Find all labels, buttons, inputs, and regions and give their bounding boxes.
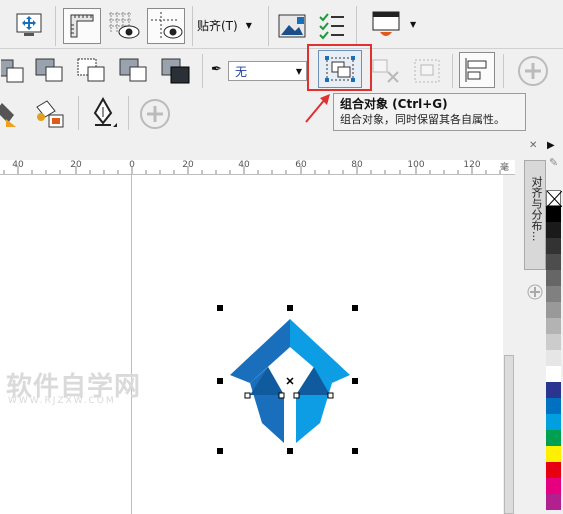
eyedropper-icon[interactable]: ✎: [549, 156, 558, 169]
move-arrows-icon: [16, 13, 42, 36]
outline-width-select[interactable]: 无 ▼: [228, 61, 307, 81]
pen-nib-icon: ✒: [211, 62, 222, 77]
color-swatch[interactable]: [546, 302, 561, 318]
ruler-ticks-graphic: [3, 166, 501, 174]
snap-to-dropdown[interactable]: 贴齐(T) ▼: [197, 14, 263, 36]
fill-bucket-icon: [0, 103, 16, 127]
image-options-icon: [278, 14, 306, 38]
no-color-swatch[interactable]: [546, 190, 563, 208]
docker-close-icon[interactable]: ✕: [529, 140, 537, 151]
color-swatch[interactable]: [546, 382, 561, 398]
group-objects-icon: [325, 56, 355, 82]
grid-toggle-button[interactable]: [105, 8, 143, 44]
add-toolbar-button[interactable]: [516, 55, 550, 87]
horizontal-ruler[interactable]: 40 20 0 20 40 60 80 100 120 毫米: [0, 160, 515, 186]
group-objects-button[interactable]: [318, 50, 362, 88]
color-swatch[interactable]: [546, 430, 561, 446]
color-swatch[interactable]: [546, 318, 561, 334]
color-swatch[interactable]: [546, 238, 561, 254]
color-swatch[interactable]: [546, 366, 561, 382]
overlap-squares-icon: [1, 59, 24, 83]
guidelines-toggle-button[interactable]: [147, 8, 185, 44]
simplify-squares-icon: [161, 58, 190, 84]
weld-squares-icon: [35, 58, 63, 82]
color-swatch[interactable]: [546, 494, 561, 510]
pen-nib-icon: [93, 97, 117, 127]
color-swatch[interactable]: [546, 350, 561, 366]
grid-eye-icon: [109, 12, 140, 39]
launch-dropdown-chevron-icon[interactable]: ▼: [410, 20, 416, 29]
watermark-url: WWW.RJZXW.COM: [8, 396, 116, 406]
snap-label: 贴齐(T): [197, 18, 238, 33]
drawing-canvas[interactable]: [0, 175, 515, 514]
docker-title: 对齐与分布...: [530, 176, 543, 242]
chevron-down-icon: ▼: [295, 66, 302, 76]
ungroup-all-icon: [414, 59, 440, 83]
options-button[interactable]: [276, 10, 308, 42]
color-swatch[interactable]: [546, 222, 561, 238]
align-distribute-button[interactable]: [459, 52, 495, 88]
color-swatch[interactable]: [546, 478, 561, 494]
chevron-down-icon: ▼: [245, 20, 252, 30]
guidelines-eye-icon: [151, 12, 183, 39]
window-launch-icon: [372, 11, 400, 36]
tooltip-title: 组合对象 (Ctrl+G): [340, 97, 448, 111]
color-swatch[interactable]: [546, 462, 561, 478]
color-swatch[interactable]: [546, 206, 561, 222]
smart-fill-icon: [36, 100, 64, 128]
center-x-icon: [286, 377, 294, 385]
plus-circle-icon: [518, 56, 548, 86]
interactive-fill-button[interactable]: [0, 96, 24, 132]
outline-pen-button[interactable]: [86, 96, 120, 132]
color-swatch[interactable]: [546, 270, 561, 286]
plus-circle-icon: [140, 99, 170, 129]
ungroup-all-button[interactable]: [410, 54, 446, 88]
arrange-front-button[interactable]: [0, 54, 28, 88]
logo-left-wing: [230, 319, 290, 383]
docker-add-icon[interactable]: [527, 284, 543, 300]
color-swatch[interactable]: [546, 414, 561, 430]
outline-width-value: 无: [235, 64, 248, 79]
color-swatch[interactable]: [546, 254, 561, 270]
tooltip-description: 组合对象，同时保留其各自属性。: [340, 113, 505, 126]
color-swatch[interactable]: [546, 398, 561, 414]
ungroup-button[interactable]: [368, 54, 404, 88]
trim-button[interactable]: [74, 54, 110, 88]
trim-squares-icon: [77, 58, 105, 82]
page-border-line: [131, 175, 132, 514]
simplify-button[interactable]: [158, 54, 194, 88]
color-swatch[interactable]: [546, 334, 561, 350]
color-palette[interactable]: [546, 206, 561, 510]
weld-button[interactable]: [33, 54, 67, 88]
show-rulers-button[interactable]: [14, 10, 44, 40]
align-icon: [465, 58, 487, 82]
scrollbar-thumb[interactable]: [504, 355, 514, 514]
launch-button[interactable]: [370, 10, 404, 42]
smart-fill-button[interactable]: [30, 96, 70, 132]
checklist-icon: [319, 13, 344, 40]
ungroup-icon: [372, 59, 399, 83]
color-swatch[interactable]: [546, 446, 561, 462]
color-swatch[interactable]: [546, 286, 561, 302]
rulers-toggle-button[interactable]: [63, 8, 101, 44]
add-toolbar-button-2[interactable]: [138, 98, 172, 130]
group-tooltip: 组合对象 (Ctrl+G) 组合对象，同时保留其各自属性。: [333, 93, 526, 131]
vertical-scrollbar[interactable]: [503, 175, 515, 514]
ruler-icon: [70, 14, 94, 38]
intersect-button[interactable]: [116, 54, 152, 88]
object-manager-button[interactable]: [316, 10, 348, 42]
docker-pin-icon[interactable]: ▶: [547, 140, 555, 151]
logo-group[interactable]: [210, 305, 370, 465]
intersect-squares-icon: [119, 58, 147, 82]
